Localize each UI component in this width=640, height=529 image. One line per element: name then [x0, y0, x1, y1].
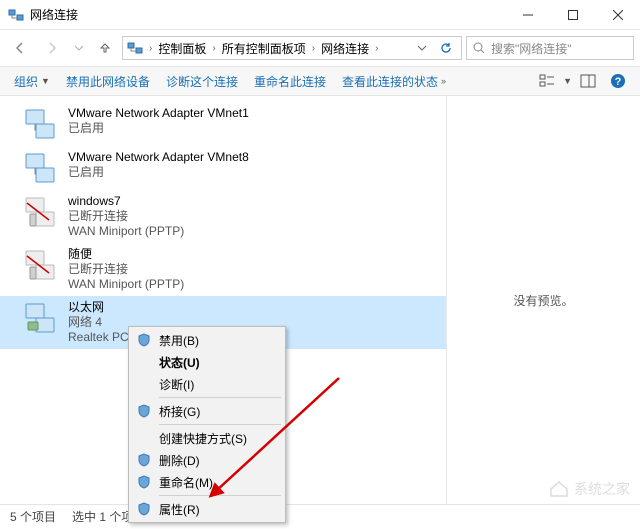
ctx-bridge[interactable]: 桥接(G)	[131, 400, 283, 422]
ethernet-icon	[22, 300, 58, 336]
organize-button[interactable]: 组织▼	[8, 71, 56, 92]
command-bar: 组织▼ 禁用此网络设备 诊断这个连接 重命名此连接 查看此连接的状态» ▼ ?	[0, 66, 640, 96]
list-item[interactable]: 随便 已断开连接 WAN Miniport (PPTP)	[0, 243, 446, 296]
network-adapter-icon	[22, 106, 58, 142]
item-name: VMware Network Adapter VMnet8	[68, 150, 249, 165]
item-status: 已启用	[68, 165, 249, 180]
disable-device-button[interactable]: 禁用此网络设备	[60, 71, 156, 92]
folder-icon	[127, 40, 143, 56]
up-button[interactable]	[92, 41, 118, 55]
list-item[interactable]: windows7 已断开连接 WAN Miniport (PPTP)	[0, 190, 446, 243]
shield-icon	[135, 402, 153, 420]
item-device: WAN Miniport (PPTP)	[68, 224, 184, 239]
item-name: windows7	[68, 194, 184, 209]
app-icon	[8, 7, 24, 23]
nav-bar: › 控制面板 › 所有控制面板项 › 网络连接 › 搜索"网络连接"	[0, 30, 640, 66]
ctx-properties[interactable]: 属性(R)	[131, 498, 283, 520]
menu-separator	[159, 495, 281, 496]
history-dropdown[interactable]	[70, 43, 88, 53]
close-button[interactable]	[595, 0, 640, 30]
search-placeholder: 搜索"网络连接"	[491, 40, 572, 57]
item-name: 以太网	[68, 300, 139, 315]
breadcrumb-leaf[interactable]: 网络连接	[321, 40, 369, 57]
search-input[interactable]: 搜索"网络连接"	[466, 36, 634, 60]
list-item[interactable]: VMware Network Adapter VMnet8 已启用	[0, 146, 446, 190]
item-count: 5 个项目	[10, 508, 56, 525]
item-status: 已断开连接	[68, 262, 184, 277]
item-status: 已启用	[68, 121, 249, 136]
chevron-right-icon[interactable]: ›	[147, 43, 154, 54]
minimize-button[interactable]	[505, 0, 550, 30]
list-item[interactable]: VMware Network Adapter VMnet1 已启用	[0, 102, 446, 146]
chevron-right-icon[interactable]: ›	[373, 43, 380, 54]
back-button[interactable]	[6, 34, 34, 62]
rename-button[interactable]: 重命名此连接	[248, 71, 332, 92]
shield-icon	[135, 331, 153, 349]
preview-pane: 没有预览。	[447, 96, 640, 504]
item-device: WAN Miniport (PPTP)	[68, 277, 184, 292]
view-mode-button[interactable]	[533, 69, 561, 93]
network-adapter-icon	[22, 150, 58, 186]
help-button[interactable]: ?	[604, 69, 632, 93]
ctx-delete[interactable]: 删除(D)	[131, 449, 283, 471]
context-menu: 禁用(B) 状态(U) 诊断(I) 桥接(G) 创建快捷方式(S) 删除(D) …	[128, 326, 286, 523]
chevron-right-icon[interactable]: ›	[310, 43, 317, 54]
chevron-right-icon[interactable]: ›	[210, 43, 217, 54]
shield-icon	[135, 500, 153, 518]
ctx-status[interactable]: 状态(U)	[131, 351, 283, 373]
ctx-shortcut[interactable]: 创建快捷方式(S)	[131, 427, 283, 449]
breadcrumb-mid[interactable]: 所有控制面板项	[222, 40, 306, 57]
preview-pane-button[interactable]	[574, 69, 602, 93]
diagnose-button[interactable]: 诊断这个连接	[160, 71, 244, 92]
address-bar[interactable]: › 控制面板 › 所有控制面板项 › 网络连接 ›	[122, 36, 462, 60]
ctx-rename[interactable]: 重命名(M)	[131, 471, 283, 493]
dialup-icon	[22, 247, 58, 283]
view-status-button[interactable]: 查看此连接的状态»	[336, 71, 452, 92]
menu-separator	[159, 424, 281, 425]
dialup-icon	[22, 194, 58, 230]
maximize-button[interactable]	[550, 0, 595, 30]
ctx-diagnose[interactable]: 诊断(I)	[131, 373, 283, 395]
menu-separator	[159, 397, 281, 398]
preview-empty-text: 没有预览。	[513, 292, 573, 309]
ctx-disable[interactable]: 禁用(B)	[131, 329, 283, 351]
shield-icon	[135, 473, 153, 491]
item-name: VMware Network Adapter VMnet1	[68, 106, 249, 121]
address-dropdown[interactable]	[413, 43, 431, 53]
item-name: 随便	[68, 247, 184, 262]
shield-icon	[135, 451, 153, 469]
breadcrumb-root[interactable]: 控制面板	[158, 40, 206, 57]
title-bar: 网络连接	[0, 0, 640, 30]
refresh-button[interactable]	[435, 41, 457, 55]
search-icon	[473, 42, 485, 54]
svg-text:?: ?	[615, 76, 622, 88]
item-status: 已断开连接	[68, 209, 184, 224]
forward-button[interactable]	[38, 34, 66, 62]
window-title: 网络连接	[30, 6, 505, 23]
status-bar: 5 个项目 选中 1 个项目	[0, 504, 640, 528]
